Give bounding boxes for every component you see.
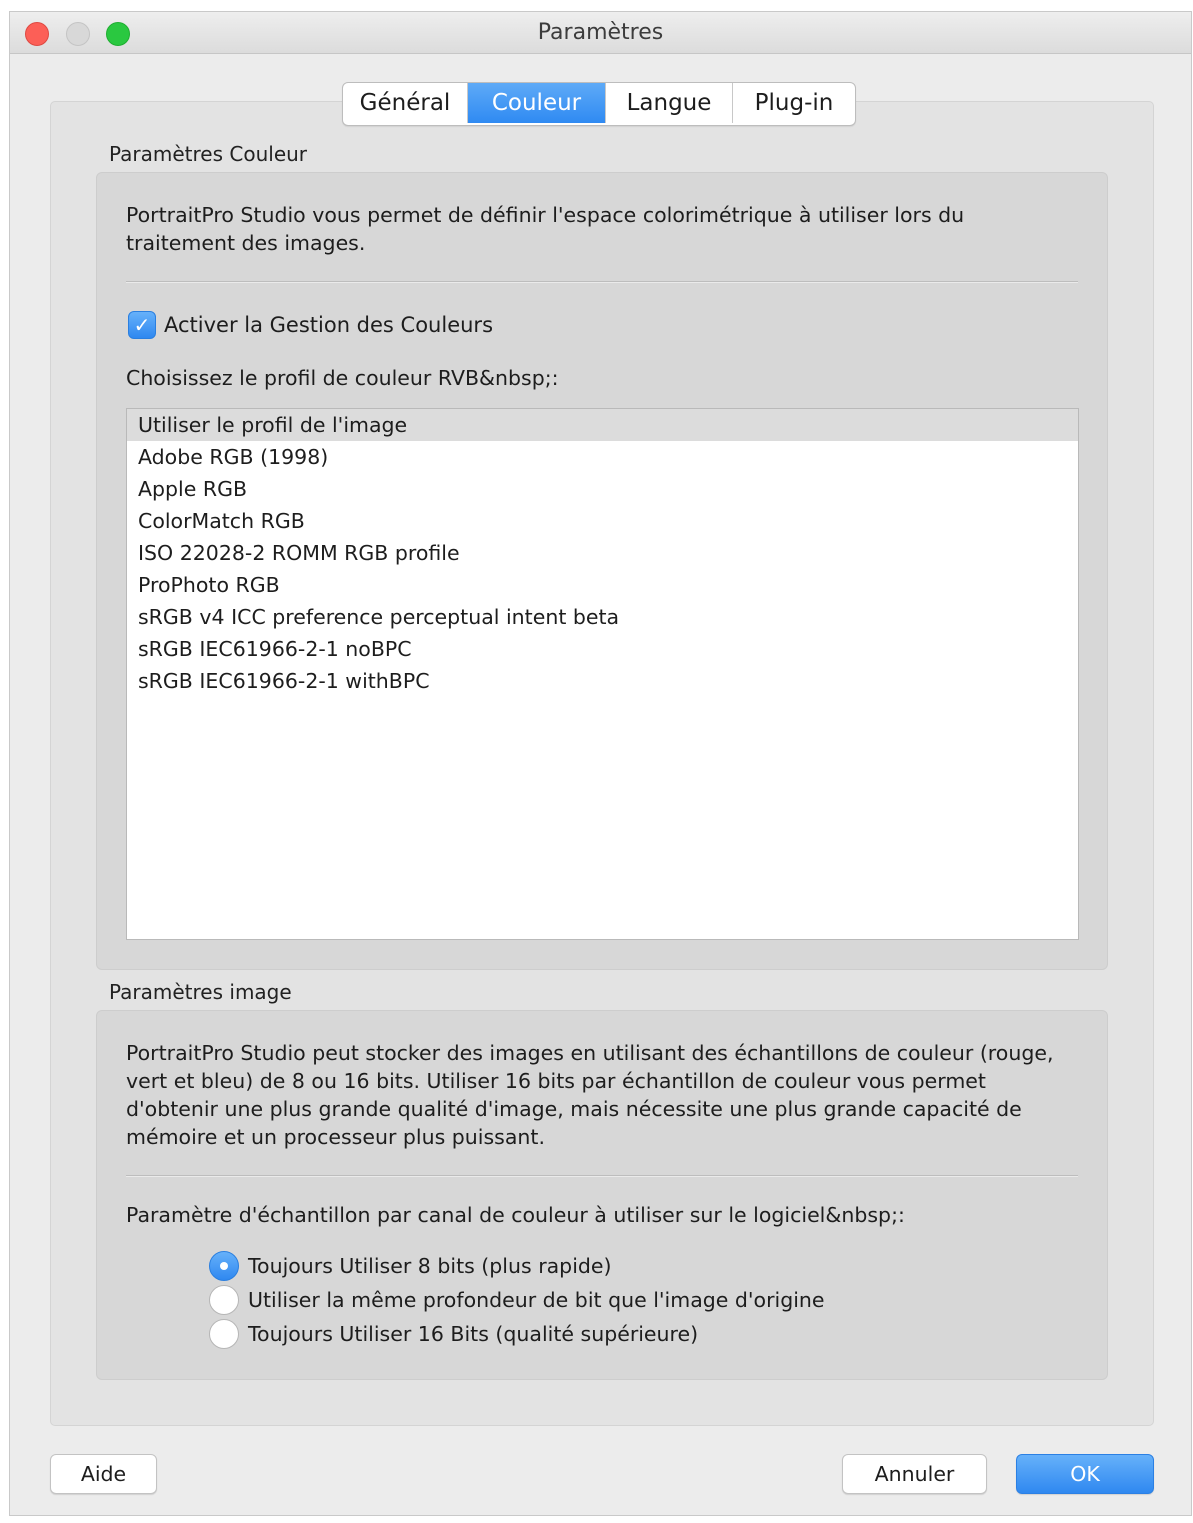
- image-settings-group-label: Paramètres image: [109, 980, 292, 1004]
- image-settings-group: PortraitPro Studio peut stocker des imag…: [96, 1010, 1108, 1380]
- separator: [126, 281, 1078, 282]
- list-item[interactable]: Adobe RGB (1998): [127, 441, 1078, 473]
- tab-plug-in[interactable]: Plug-in: [733, 83, 855, 123]
- radio-label: Toujours Utiliser 16 Bits (qualité supér…: [248, 1322, 699, 1346]
- color-settings-description: PortraitPro Studio vous permet de défini…: [126, 203, 965, 255]
- bit-depth-prompt: Paramètre d'échantillon par canal de cou…: [126, 1203, 905, 1227]
- tab-general[interactable]: Général: [343, 83, 468, 123]
- tab-couleur[interactable]: Couleur: [468, 83, 606, 123]
- list-item[interactable]: ProPhoto RGB: [127, 569, 1078, 601]
- list-item[interactable]: ISO 22028-2 ROMM RGB profile: [127, 537, 1078, 569]
- list-item[interactable]: sRGB IEC61966-2-1 noBPC: [127, 633, 1078, 665]
- help-button[interactable]: Aide: [50, 1454, 157, 1494]
- tab-bar: Général Couleur Langue Plug-in: [342, 82, 856, 126]
- list-item[interactable]: Utiliser le profil de l'image: [127, 409, 1078, 441]
- radio-label: Utiliser la même profondeur de bit que l…: [248, 1288, 825, 1312]
- separator: [126, 1175, 1078, 1176]
- title-bar: Paramètres: [10, 12, 1191, 54]
- ok-button[interactable]: OK: [1016, 1454, 1154, 1494]
- radio-button[interactable]: [209, 1251, 239, 1281]
- list-item[interactable]: sRGB v4 ICC preference perceptual intent…: [127, 601, 1078, 633]
- radio-16-bits[interactable]: Toujours Utiliser 16 Bits (qualité supér…: [209, 1317, 825, 1351]
- color-settings-group: PortraitPro Studio vous permet de défini…: [96, 172, 1108, 970]
- tab-langue[interactable]: Langue: [606, 83, 733, 123]
- list-item[interactable]: Apple RGB: [127, 473, 1078, 505]
- radio-8-bits[interactable]: Toujours Utiliser 8 bits (plus rapide): [209, 1249, 825, 1283]
- settings-window: Paramètres Général Couleur Langue Plug-i…: [9, 11, 1192, 1516]
- window-title: Paramètres: [537, 20, 664, 45]
- profile-prompt: Choisissez le profil de couleur RVB&nbsp…: [126, 366, 559, 390]
- list-item[interactable]: ColorMatch RGB: [127, 505, 1078, 537]
- checkmark-icon[interactable]: ✓: [128, 311, 156, 339]
- list-item[interactable]: sRGB IEC61966-2-1 withBPC: [127, 665, 1078, 697]
- radio-button[interactable]: [209, 1285, 239, 1315]
- color-profile-list[interactable]: Utiliser le profil de l'image Adobe RGB …: [126, 408, 1079, 940]
- cancel-button[interactable]: Annuler: [842, 1454, 987, 1494]
- radio-same-as-original[interactable]: Utiliser la même profondeur de bit que l…: [209, 1283, 825, 1317]
- color-settings-group-label: Paramètres Couleur: [109, 142, 308, 166]
- radio-button[interactable]: [209, 1319, 239, 1349]
- enable-color-management-checkbox[interactable]: ✓ Activer la Gestion des Couleurs: [128, 311, 493, 339]
- bit-depth-radio-group: Toujours Utiliser 8 bits (plus rapide) U…: [209, 1249, 825, 1351]
- enable-color-management-label: Activer la Gestion des Couleurs: [164, 313, 494, 337]
- image-settings-description: PortraitPro Studio peut stocker des imag…: [126, 1041, 1054, 1149]
- radio-label: Toujours Utiliser 8 bits (plus rapide): [248, 1254, 612, 1278]
